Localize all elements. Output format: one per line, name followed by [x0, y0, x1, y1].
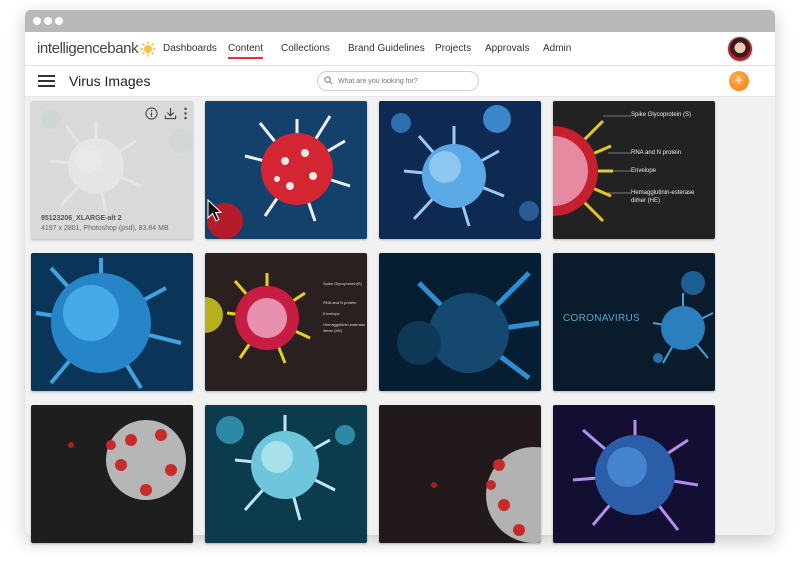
nav-dashboards[interactable]: Dashboards	[163, 43, 217, 54]
user-avatar[interactable]	[727, 36, 753, 62]
diagram-label: RNA and N protein	[631, 150, 682, 156]
nav-brand-guidelines[interactable]: Brand Guidelines	[348, 43, 425, 54]
image-tile[interactable]	[553, 405, 715, 543]
nav-approvals[interactable]: Approvals	[485, 43, 529, 54]
top-navbar: intelligencebank Dashboards Content Coll…	[25, 32, 775, 66]
image-tile[interactable]	[205, 101, 367, 239]
image-tile[interactable]: Spike Glycoprotein(S) RNA and N protein …	[205, 253, 367, 391]
image-tile-hovered[interactable]: 95123206_XLARGE-alt 2 4197 x 2801, Photo…	[31, 101, 193, 239]
image-tile[interactable]	[379, 101, 541, 239]
sun-logo-icon	[140, 41, 156, 57]
tile-actions	[145, 107, 188, 120]
search-bar[interactable]	[317, 71, 479, 91]
image-tile[interactable]	[31, 405, 193, 543]
image-tile[interactable]: Spike Glycoprotein (S) RNA and N protein…	[553, 101, 715, 239]
virus-image	[379, 101, 541, 239]
diagram-label: Hemagglutinin-esterase	[323, 322, 366, 327]
coronavirus-text: CORONAVIRUS	[563, 313, 641, 324]
info-icon[interactable]	[145, 107, 158, 120]
window-dot	[44, 17, 52, 25]
diagram-label: RNA and N protein	[323, 300, 357, 305]
virus-image	[379, 253, 541, 391]
diagram-label: Hemagglutinin-esterase	[631, 190, 695, 196]
asset-name: 95123206_XLARGE-alt 2	[41, 215, 122, 222]
search-icon	[324, 76, 333, 85]
image-tile[interactable]	[205, 405, 367, 543]
nav-admin[interactable]: Admin	[543, 43, 571, 54]
diagram-label: Envelope	[631, 168, 657, 174]
plus-icon[interactable]: +	[729, 71, 749, 91]
search-input[interactable]	[336, 73, 476, 89]
page-header: Virus Images +	[25, 66, 775, 97]
image-tile[interactable]	[379, 253, 541, 391]
nav-collections[interactable]: Collections	[281, 43, 330, 54]
virus-image	[553, 405, 715, 543]
hamburger-menu-icon[interactable]	[38, 74, 55, 88]
virus-image	[31, 405, 193, 543]
image-tile[interactable]	[31, 253, 193, 391]
logo-text: intelligencebank	[37, 40, 139, 57]
window-dot	[55, 17, 63, 25]
asset-details: 4197 x 2801, Photoshop (psd), 83.84 MB	[41, 225, 169, 232]
diagram-label: dimer (HE)	[631, 198, 661, 204]
cursor-icon	[207, 199, 223, 222]
more-icon[interactable]	[183, 107, 188, 120]
diagram-label: Spike Glycoprotein (S)	[631, 112, 692, 118]
image-tile[interactable]: CORONAVIRUS	[553, 253, 715, 391]
image-tile[interactable]	[379, 405, 541, 543]
download-icon[interactable]	[164, 107, 177, 120]
page-title: Virus Images	[69, 73, 151, 89]
virus-image	[205, 101, 367, 239]
nav-content[interactable]: Content	[228, 43, 264, 59]
window-dot	[33, 17, 41, 25]
diagram-label: Spike Glycoprotein(S)	[323, 281, 362, 286]
logo[interactable]: intelligencebank	[37, 40, 156, 57]
window-titlebar	[25, 10, 775, 32]
diagram-label: Envelope	[323, 311, 340, 316]
nav-projects[interactable]: Projects	[435, 43, 471, 54]
virus-image	[379, 405, 541, 543]
virus-image	[205, 405, 367, 543]
virus-image	[31, 253, 193, 391]
diagram-label: dimer (HE)	[323, 328, 343, 333]
